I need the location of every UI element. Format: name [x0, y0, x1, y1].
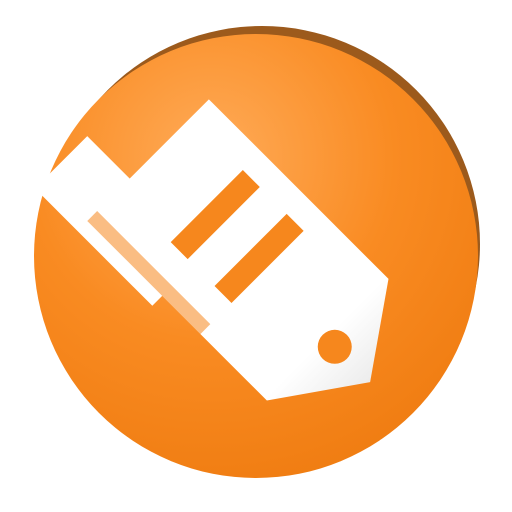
document-tag-icon[interactable]	[0, 0, 512, 512]
app-icon-canvas	[0, 0, 512, 512]
